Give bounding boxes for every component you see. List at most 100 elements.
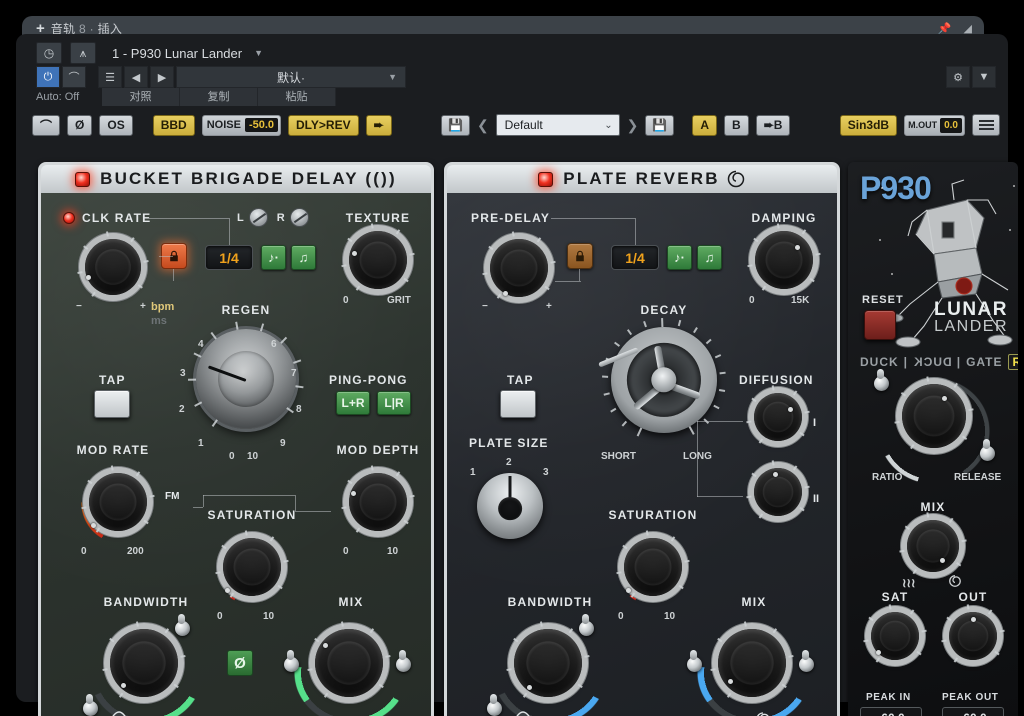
reverb-bandwidth-knob[interactable]	[505, 621, 591, 715]
delay-bandwidth-knob[interactable]	[101, 621, 187, 715]
mode-gate-button[interactable]: GATE	[966, 355, 1002, 369]
reverb-mix-out-handle[interactable]	[799, 650, 814, 672]
reverb-mix-in-handle[interactable]	[687, 650, 702, 672]
delay-lpf-handle[interactable]	[175, 614, 190, 636]
mod-depth-knob[interactable]: MOD DEPTH 0 10	[337, 443, 419, 558]
paste-button[interactable]: 粘贴	[258, 88, 336, 106]
chevron-down-icon[interactable]: ▼	[388, 72, 397, 82]
routing-icon[interactable]: ⩚	[70, 42, 96, 64]
texture-knob[interactable]: TEXTURE 0 GRIT	[341, 211, 415, 321]
reverb-power-led-icon[interactable]	[538, 171, 554, 187]
host-preset-field[interactable]: 默认· ▼	[176, 66, 406, 88]
preset-next-arrow-icon[interactable]: ❯	[627, 117, 639, 134]
diffusion-1-knob[interactable]	[746, 385, 810, 455]
delay-mix-in-handle[interactable]	[284, 650, 299, 672]
chevron-down-icon[interactable]: ▼	[254, 48, 263, 58]
arrows-button[interactable]: ➨	[365, 114, 392, 136]
mute-r-icon[interactable]	[289, 208, 309, 227]
oversampling-button[interactable]: OS	[99, 114, 133, 136]
mute-l-icon[interactable]	[248, 208, 268, 227]
copy-to-b-button[interactable]: ➨B	[755, 114, 791, 136]
master-output-control[interactable]: M.OUT 0.0	[904, 114, 965, 136]
reset-label: RESET	[862, 294, 904, 306]
reverb-hpf-handle[interactable]	[487, 694, 502, 716]
delay-division-display[interactable]: 1/4	[205, 245, 253, 270]
decay-knob[interactable]: DECAY SHORT	[598, 303, 729, 473]
delay-power-led-icon[interactable]	[75, 171, 91, 187]
reverb-triplet-note-button[interactable]: ♫	[697, 245, 722, 270]
save-preset-icon[interactable]: 💾	[645, 114, 675, 136]
out-knob[interactable]: OUT	[940, 590, 1006, 680]
predelay-lock-button[interactable]	[567, 243, 593, 269]
delay-mix-knob[interactable]	[306, 621, 392, 715]
bpm-label[interactable]: bpm	[151, 301, 174, 313]
global-mix-knob[interactable]: MIX ≀≀≀	[896, 500, 970, 595]
decay-label: DECAY	[640, 303, 688, 317]
delay-phase-button[interactable]: Ø	[227, 650, 253, 676]
reverb-mix-knob[interactable]	[709, 621, 795, 715]
noise-value[interactable]: -50.0	[244, 118, 279, 132]
preset-prev-arrow-icon[interactable]: ❮	[477, 117, 489, 134]
pan-law-button[interactable]: Sin3dB	[839, 114, 898, 136]
reverb-tap-button[interactable]	[500, 390, 536, 418]
bbd-button[interactable]: BBD	[152, 114, 195, 136]
sat-knob[interactable]: SAT	[862, 590, 928, 680]
ab-slot-a-button[interactable]: A	[692, 114, 718, 136]
peak-in-value[interactable]: -60.0	[860, 707, 922, 716]
mod-rate-knob[interactable]: MOD RATE 0 200 FM	[77, 443, 180, 558]
delay-saturation-max-label: 10	[263, 611, 275, 622]
release-handle[interactable]	[980, 439, 995, 461]
reverb-dotted-note-button[interactable]: ♪·	[667, 245, 692, 270]
reverb-wet-spiral-icon	[757, 712, 769, 716]
chevron-down-icon[interactable]: ⌄	[604, 120, 612, 131]
pingpong-lr-sum-button[interactable]: L+R	[336, 391, 370, 415]
mode-rev-button[interactable]: REV	[1007, 354, 1018, 370]
mode-duck-button[interactable]: DUCK	[860, 355, 899, 369]
diffusion-2-knob[interactable]	[746, 460, 810, 530]
clk-rate-led-icon[interactable]	[63, 212, 75, 224]
delay-tap-button[interactable]	[94, 390, 130, 418]
next-preset-button[interactable]: ▶	[150, 66, 174, 88]
save-icon[interactable]: 💾	[440, 114, 470, 136]
automation-button[interactable]: ⌒	[32, 114, 61, 136]
routing-order-button[interactable]: DLY>REV	[288, 114, 359, 136]
plugin-preset-select[interactable]: Default ⌄	[495, 114, 620, 136]
mode-duck-reverse-button[interactable]: DUCK	[913, 355, 952, 369]
master-output-value[interactable]: 0.0	[940, 117, 962, 133]
fm-label[interactable]: FM	[165, 491, 179, 502]
pin-icon[interactable]: 📌	[938, 22, 952, 35]
delay-mix-out-handle[interactable]	[396, 650, 411, 672]
reverb-lpf-handle[interactable]	[579, 614, 594, 636]
prev-preset-button[interactable]: ◀	[124, 66, 148, 88]
global-mix-dry-icon: ≀≀≀	[902, 576, 916, 590]
noise-control[interactable]: NOISE -50.0	[201, 114, 282, 136]
phase-invert-button[interactable]: Ø	[67, 114, 93, 136]
peak-out-value[interactable]: -60.0	[942, 707, 1004, 716]
preset-list-icon[interactable]: ☰	[98, 66, 122, 88]
reset-button[interactable]	[864, 310, 896, 340]
copy-button[interactable]: 复制	[180, 88, 258, 106]
hamburger-menu-icon[interactable]	[972, 114, 1000, 136]
power-icon[interactable]: ⏻	[36, 66, 60, 88]
dotted-note-button[interactable]: ♪·	[261, 245, 286, 270]
compressor-knob[interactable]	[894, 376, 974, 464]
automation-icon[interactable]: ⌒	[62, 66, 86, 88]
delay-hpf-handle[interactable]	[83, 694, 98, 716]
pre-delay-knob[interactable]: − +	[482, 231, 556, 329]
triplet-note-button[interactable]: ♫	[291, 245, 316, 270]
plate-size-knob[interactable]: 1 2 3	[470, 457, 549, 553]
clk-rate-knob[interactable]: − +	[76, 231, 149, 329]
minimize-icon[interactable]: ◢	[964, 22, 972, 35]
reverb-division-display[interactable]: 1/4	[611, 245, 659, 270]
pingpong-lr-split-button[interactable]: L|R	[377, 391, 411, 415]
gear-chevron-icon[interactable]: ▼	[972, 66, 996, 88]
fm-connector-2	[203, 495, 204, 507]
clock-icon[interactable]: ◷	[36, 42, 62, 64]
gear-icon[interactable]: ⚙	[946, 66, 970, 88]
regen-knob[interactable]: REGEN 0 1 2 3 4 6 7 8 9 10	[179, 303, 311, 463]
ms-label[interactable]: ms	[151, 315, 167, 327]
compare-button[interactable]: 对照	[102, 88, 180, 106]
ratio-handle[interactable]	[874, 369, 889, 391]
ab-slot-b-button[interactable]: B	[724, 114, 749, 136]
damping-knob[interactable]: DAMPING 0 15K	[747, 211, 821, 321]
